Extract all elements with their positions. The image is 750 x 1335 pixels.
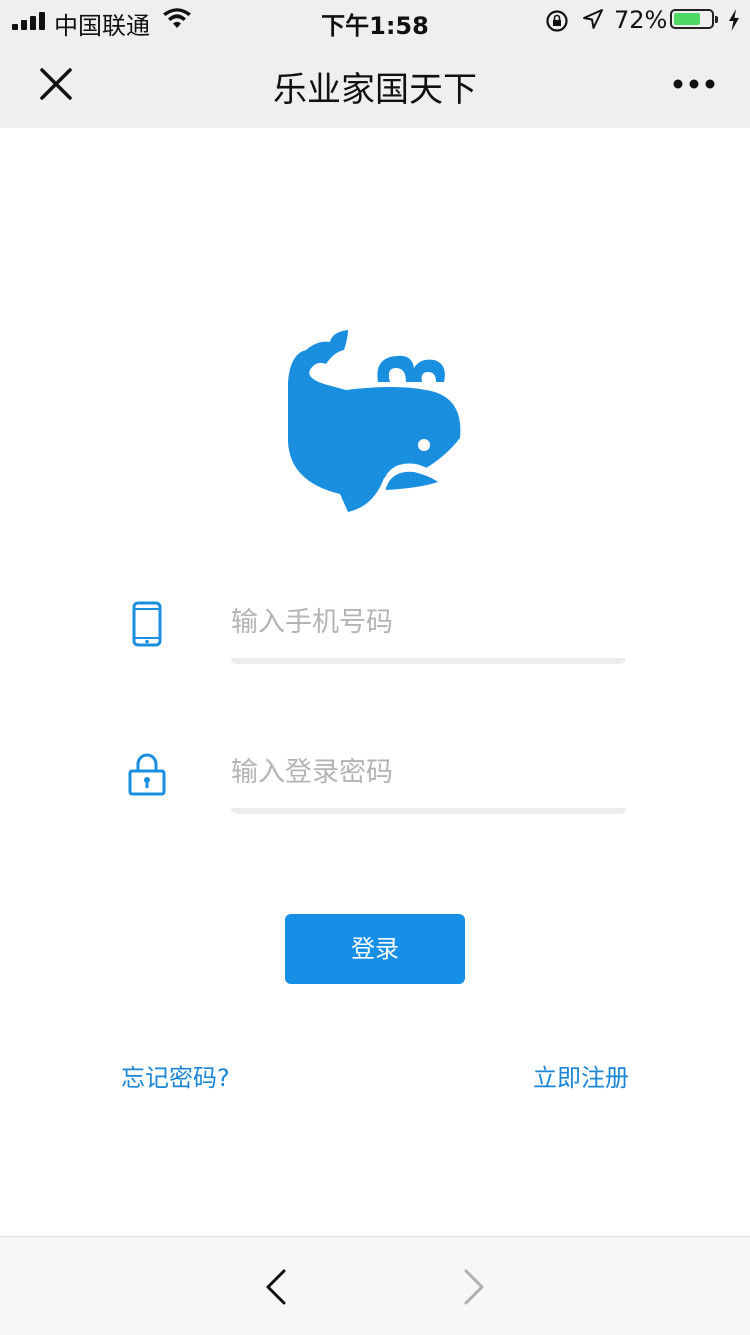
- register-link[interactable]: 立即注册: [533, 1058, 629, 1093]
- battery-level: [674, 13, 700, 25]
- battery-icon: [670, 9, 718, 29]
- battery-percent: 72%: [614, 6, 668, 34]
- status-bar: 中国联通 下午1:58 72%: [0, 0, 750, 40]
- nav-bar: 乐业家国天下: [0, 40, 750, 128]
- page-title: 乐业家国天下: [273, 70, 477, 110]
- forgot-password-link[interactable]: 忘记密码?: [121, 1058, 230, 1093]
- charging-bolt-icon: [729, 9, 739, 31]
- password-input[interactable]: [231, 742, 626, 802]
- phone-field: [231, 592, 626, 664]
- password-field: [231, 742, 626, 814]
- phone-icon: [132, 601, 162, 647]
- whale-logo: [288, 330, 461, 512]
- bottom-toolbar: [0, 1236, 750, 1335]
- lock-icon: [128, 753, 166, 796]
- orientation-lock-icon: [546, 10, 568, 32]
- phone-input[interactable]: [231, 592, 626, 652]
- chevron-right-icon[interactable]: [460, 1267, 488, 1307]
- chevron-left-icon[interactable]: [262, 1267, 290, 1307]
- location-arrow-icon: [583, 9, 603, 29]
- login-button[interactable]: 登录: [285, 914, 465, 984]
- more-dots-icon[interactable]: [672, 70, 716, 98]
